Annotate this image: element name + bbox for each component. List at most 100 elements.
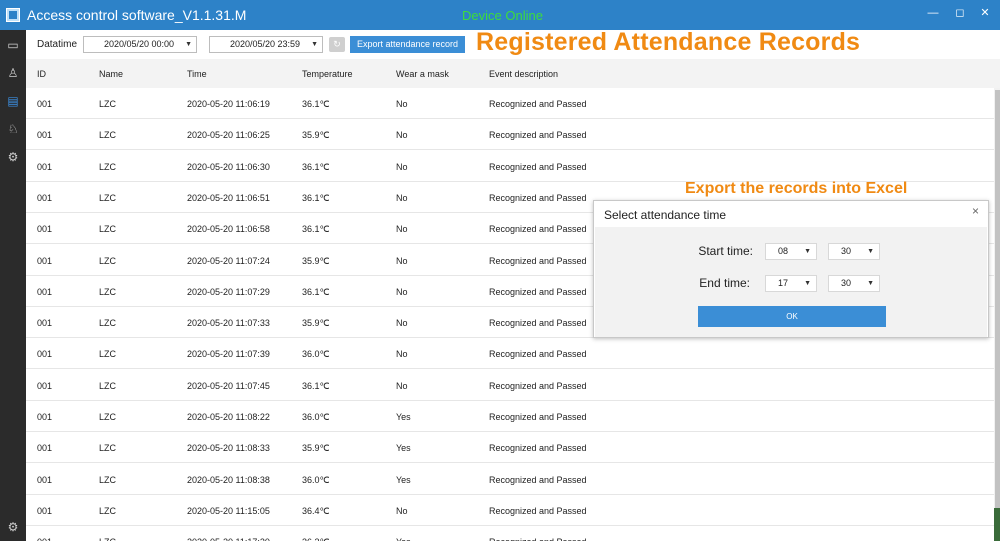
cell-id: 001: [37, 130, 53, 141]
cell-mask: No: [396, 130, 408, 141]
scrollbar-thumb[interactable]: [995, 90, 1000, 510]
cell-event: Recognized and Passed: [489, 192, 587, 203]
cell-time: 2020-05-20 11:06:25: [187, 130, 270, 141]
cell-time: 2020-05-20 11:08:22: [187, 412, 270, 422]
end-hour-select[interactable]: 17 ▼: [765, 275, 817, 292]
cell-name: LZC: [99, 286, 117, 297]
cell-id: 001: [37, 161, 53, 172]
cell-id: 001: [37, 380, 53, 391]
headline-caption: Registered Attendance Records: [476, 28, 861, 56]
cell-temperature: 36.0℃: [302, 412, 330, 422]
gear-icon[interactable]: ⚙: [0, 144, 26, 170]
start-datetime-select[interactable]: 2020/05/20 00:00 ▼: [83, 36, 197, 53]
cell-event: Recognized and Passed: [489, 474, 587, 485]
cell-mask: Yes: [396, 412, 411, 422]
cell-name: LZC: [99, 443, 117, 454]
cell-id: 001: [37, 349, 53, 360]
cell-temperature: 36.1℃: [302, 286, 330, 297]
cell-mask: No: [396, 286, 408, 297]
cell-event: Recognized and Passed: [489, 255, 587, 266]
cell-temperature: 36.3℃: [302, 537, 330, 541]
cell-mask: No: [396, 161, 408, 172]
end-time-label: End time:: [699, 276, 750, 290]
maximize-icon[interactable]: ◻: [951, 4, 969, 22]
cell-time: 2020-05-20 11:07:45: [187, 380, 270, 391]
cell-mask: Yes: [396, 537, 411, 541]
cell-name: LZC: [99, 412, 117, 422]
export-attendance-button[interactable]: Export attendance record: [350, 36, 465, 53]
cell-id: 001: [37, 318, 53, 329]
chevron-down-icon: ▼: [311, 41, 318, 48]
cell-name: LZC: [99, 318, 117, 329]
cell-time: 2020-05-20 11:08:38: [187, 474, 270, 485]
column-header-id[interactable]: ID: [37, 69, 46, 79]
table-row[interactable]: 001 LZC 2020-05-20 11:08:22 36.0℃ Yes Recogni…: [26, 401, 994, 432]
column-header-temperature[interactable]: Temperature: [302, 69, 353, 79]
end-datetime-select[interactable]: 2020/05/20 23:59 ▼: [209, 36, 323, 53]
cell-mask: No: [396, 505, 408, 516]
cell-mask: No: [396, 318, 408, 329]
app-logo-icon: [6, 8, 20, 22]
cell-name: LZC: [99, 505, 117, 516]
ok-button[interactable]: OK: [698, 306, 886, 327]
minimize-icon[interactable]: —: [924, 4, 942, 22]
close-icon[interactable]: ✕: [976, 4, 994, 22]
app-title: Access control software_V1.1.31.M: [27, 7, 247, 23]
cell-temperature: 36.1℃: [302, 380, 330, 391]
records-icon[interactable]: ▤: [0, 88, 26, 114]
start-minute-select[interactable]: 30 ▼: [828, 243, 880, 260]
end-minute-value: 30: [841, 278, 852, 288]
table-row[interactable]: 001 LZC 2020-05-20 11:15:05 36.4℃ No Recogniz…: [26, 495, 994, 526]
table-row[interactable]: 001 LZC 2020-05-20 11:06:19 36.1℃ No Recogniz…: [26, 88, 994, 119]
cell-time: 2020-05-20 11:07:33: [187, 318, 270, 329]
cell-mask: No: [396, 380, 408, 391]
table-header: ID Name Time Temperature Wear a mask Eve…: [26, 59, 1000, 88]
person-settings-icon[interactable]: ♘: [0, 116, 26, 142]
cell-mask: Yes: [396, 474, 411, 485]
vertical-scrollbar[interactable]: [994, 88, 1000, 541]
cell-name: LZC: [99, 161, 117, 172]
start-hour-select[interactable]: 08 ▼: [765, 243, 817, 260]
column-header-mask[interactable]: Wear a mask: [396, 69, 449, 79]
chevron-down-icon: ▼: [804, 280, 811, 287]
monitor-icon[interactable]: ▭: [0, 32, 26, 58]
cell-name: LZC: [99, 130, 117, 141]
table-row[interactable]: 001 LZC 2020-05-20 11:06:30 36.1℃ No Recogniz…: [26, 151, 994, 182]
column-header-name[interactable]: Name: [99, 69, 123, 79]
chevron-down-icon: ▼: [867, 248, 874, 255]
cell-temperature: 35.9℃: [302, 443, 330, 454]
cell-time: 2020-05-20 11:15:05: [187, 505, 270, 516]
cell-id: 001: [37, 99, 53, 109]
cell-temperature: 36.1℃: [302, 99, 330, 109]
table-row[interactable]: 001 LZC 2020-05-20 11:07:39 36.0℃ No Recogniz…: [26, 338, 994, 370]
table-row[interactable]: 001 LZC 2020-05-20 11:17:20 36.3℃ Yes Recogni…: [26, 526, 994, 541]
device-status: Device Online: [462, 8, 543, 23]
cell-event: Recognized and Passed: [489, 161, 587, 172]
table-row[interactable]: 001 LZC 2020-05-20 11:07:45 36.1℃ No Recogniz…: [26, 370, 994, 401]
cell-id: 001: [37, 474, 53, 485]
column-header-event[interactable]: Event description: [489, 69, 558, 79]
user-icon[interactable]: ♙: [0, 60, 26, 86]
cell-event: Recognized and Passed: [489, 537, 587, 541]
cell-name: LZC: [99, 537, 116, 541]
refresh-icon[interactable]: ↻: [329, 37, 345, 52]
cell-time: 2020-05-20 11:07:29: [187, 286, 270, 297]
cell-id: 001: [37, 412, 53, 422]
datetime-label: Datatime: [37, 39, 78, 50]
cell-temperature: 36.0℃: [302, 474, 330, 485]
dialog-close-icon[interactable]: ×: [972, 204, 979, 218]
cell-name: LZC: [99, 224, 117, 235]
end-minute-select[interactable]: 30 ▼: [828, 275, 880, 292]
chevron-down-icon: ▼: [185, 41, 192, 48]
cell-temperature: 35.9℃: [302, 255, 330, 266]
export-annotation: Export the records into Excel: [685, 180, 908, 197]
table-row[interactable]: 001 LZC 2020-05-20 11:08:38 36.0℃ Yes Recogni…: [26, 464, 994, 495]
table-row[interactable]: 001 LZC 2020-05-20 11:08:33 35.9℃ Yes Recogni…: [26, 432, 994, 464]
cell-time: 2020-05-20 11:07:39: [187, 349, 270, 360]
table-row[interactable]: 001 LZC 2020-05-20 11:06:25 35.9℃ No Recogniz…: [26, 119, 994, 151]
start-hour-value: 08: [778, 246, 789, 256]
chevron-down-icon: ▼: [867, 280, 874, 287]
settings-bottom-icon[interactable]: ⚙: [0, 514, 26, 540]
cell-event: Recognized and Passed: [489, 443, 587, 454]
column-header-time[interactable]: Time: [187, 69, 207, 79]
